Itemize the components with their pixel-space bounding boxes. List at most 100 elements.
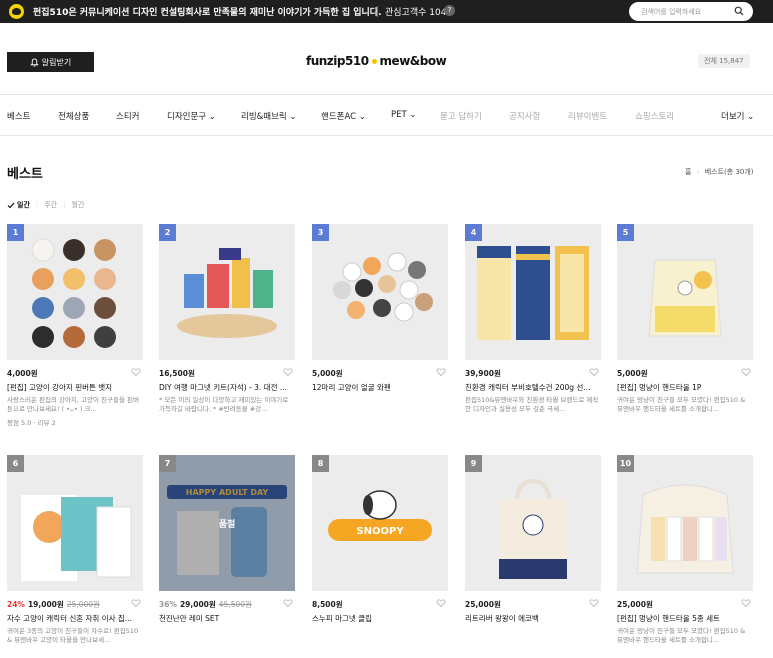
product-image[interactable]: SNOOPY: [312, 455, 448, 591]
heart-icon[interactable]: [589, 367, 599, 377]
notify-button[interactable]: 알림받기: [7, 52, 94, 72]
nav-item-best[interactable]: 베스트: [7, 110, 30, 122]
rank-badge: 9: [465, 455, 482, 472]
product-card[interactable]: SNOOPY 8 8,500원 스누피 마그넷 클립: [312, 455, 448, 655]
product-desc: 귀여운 멍냥이 친구들 모두 모였다! 펀집510 & 뮤앤바우 핸드타올 세트…: [617, 627, 746, 644]
price: 5,000원: [312, 368, 448, 380]
rank-badge: 4: [465, 224, 482, 241]
search-input[interactable]: [641, 7, 731, 16]
product-image[interactable]: [312, 224, 448, 360]
price: 8,500원: [312, 599, 448, 611]
heart-icon[interactable]: [283, 367, 293, 377]
shop-logo-icon[interactable]: [7, 2, 26, 21]
product-card[interactable]: 9 25,000원 리트리버 왕왕이 에코백: [465, 455, 601, 655]
product-name[interactable]: [펀집] 고양이 강아지 핀버튼 뱃지: [7, 382, 143, 393]
product-name[interactable]: 스누피 마그넷 클립: [312, 613, 448, 624]
discount-rate: 36%: [159, 600, 177, 609]
product-card[interactable]: HAPPY ADULT DAY 품절 7 36% 29,000원 45,500원 천…: [159, 455, 295, 655]
heart-icon[interactable]: [436, 367, 446, 377]
product-card[interactable]: 10 25,000원 [펀집] 멍냥이 핸드타올 5종 세트 귀여운 멍냥이 친…: [617, 455, 753, 655]
product-desc: 귀여운 멍냥이 친구들 모두 모였다! 펀집510 & 뮤앤바우 핸드타올 세트…: [617, 396, 746, 413]
breadcrumb-home[interactable]: 홈: [685, 168, 691, 176]
nav-item-notice[interactable]: 공지사항: [509, 110, 540, 122]
help-icon[interactable]: ?: [444, 5, 455, 16]
brand-name-left: funzip510: [306, 54, 369, 68]
category-nav: 베스트 전체상품 스티커 디자인문구 ⌄ 리빙&패브릭 ⌄ 핸드폰AC ⌄ PE…: [0, 96, 773, 136]
price: 25,000원: [465, 599, 601, 611]
heart-icon[interactable]: [283, 598, 293, 608]
nav-item-story[interactable]: 쇼핑스토리: [635, 110, 674, 122]
product-name[interactable]: 리트리버 왕왕이 에코백: [465, 613, 601, 624]
product-name[interactable]: 친환경 캐릭터 부비호텔수건 200g 선...: [465, 382, 601, 393]
product8-label: SNOOPY: [356, 526, 404, 537]
cat-patches-illustration: [312, 224, 448, 360]
product-card[interactable]: 1 4,000원 [펀집] 고양이 강아지 핀버튼 뱃지 사랑스러운 펀집의 강…: [7, 224, 143, 434]
product-name[interactable]: 12마리 고양이 얼굴 와펜: [312, 382, 448, 393]
tab-monthly[interactable]: 월간: [72, 200, 85, 210]
product-card[interactable]: 2 16,500원 DIY 여행 마그넷 키트(자석) - 3. 대전 ... …: [159, 224, 295, 434]
product-name[interactable]: [펀집] 멍냥이 핸드타올 1P: [617, 382, 753, 393]
nav-item-review-event[interactable]: 리뷰이벤트: [568, 110, 607, 122]
nav-item-phone[interactable]: 핸드폰AC ⌄: [321, 110, 366, 122]
rank-badge: 1: [7, 224, 24, 241]
original-price: 25,000원: [66, 600, 100, 609]
cat-towel-illustration: [7, 455, 143, 591]
rank-badge: 6: [7, 455, 24, 472]
sale-price: 25,000원: [465, 600, 501, 609]
price: 36% 29,000원 45,500원: [159, 599, 295, 611]
heart-icon[interactable]: [131, 598, 141, 608]
heart-icon[interactable]: [131, 367, 141, 377]
brand-logo[interactable]: funzip510 mew&bow: [306, 53, 456, 69]
brand-name-right: mew&bow: [379, 54, 447, 68]
nav-item-qna[interactable]: 묻고 답하기: [440, 110, 482, 122]
product-card[interactable]: 6 24% 19,000원 25,000원 자수 고양이 캐릭터 신혼 자취 이사 …: [7, 455, 143, 655]
product-name[interactable]: 천진난만 레미 SET: [159, 613, 295, 624]
discount-rate: 24%: [7, 600, 25, 609]
divider: [377, 6, 378, 17]
towels-illustration: [465, 224, 601, 360]
page-title: 베스트: [7, 167, 43, 182]
product-image[interactable]: HAPPY ADULT DAY 품절: [159, 455, 295, 591]
top-bar: 펀집510은 커뮤니케이션 디자인 컨설팅회사로 만족물의 재미난 이야기가 가…: [0, 0, 773, 23]
product-image[interactable]: [7, 224, 143, 360]
product-image[interactable]: [617, 455, 753, 591]
price: 25,000원: [617, 599, 753, 611]
sale-price: 16,500원: [159, 369, 195, 378]
nav-item-more[interactable]: 더보기 ⌄: [721, 110, 754, 122]
tab-daily[interactable]: 일간: [17, 200, 30, 210]
nav-item-pet[interactable]: PET ⌄: [391, 110, 417, 120]
product-image[interactable]: [617, 224, 753, 360]
price: 39,900원: [465, 368, 601, 380]
product-desc: 귀여운 3종의 고양이 친구들이 자수로! 펀집510 & 뮤앤바우 고양이 타…: [7, 627, 139, 644]
heart-icon[interactable]: [741, 598, 751, 608]
hand-towel-bag-illustration: [617, 224, 753, 360]
snoopy-clip-illustration: SNOOPY: [312, 455, 448, 591]
nav-item-sticker[interactable]: 스티커: [116, 110, 139, 122]
check-icon: [7, 202, 15, 208]
product-name[interactable]: 자수 고양이 캐릭터 신혼 자취 이사 집...: [7, 613, 143, 624]
heart-icon[interactable]: [589, 598, 599, 608]
eco-bag-illustration: [465, 455, 601, 591]
nav-item-living[interactable]: 리빙&패브릭 ⌄: [241, 110, 297, 122]
product-name[interactable]: DIY 여행 마그넷 키트(자석) - 3. 대전 ...: [159, 382, 295, 393]
notify-label: 알림받기: [41, 57, 72, 67]
tab-weekly[interactable]: 주간: [44, 200, 57, 210]
product-card[interactable]: 4 39,900원 친환경 캐릭터 부비호텔수건 200g 선... 펀집510…: [465, 224, 601, 434]
rank-badge: 7: [159, 455, 176, 472]
breadcrumb-sep: ›: [696, 168, 700, 176]
heart-icon[interactable]: [436, 598, 446, 608]
product-image[interactable]: [159, 224, 295, 360]
search-icon[interactable]: [734, 6, 744, 16]
product-name[interactable]: [펀집] 멍냥이 핸드타올 5종 세트: [617, 613, 753, 624]
product-card[interactable]: 3 5,000원 12마리 고양이 얼굴 와펜: [312, 224, 448, 434]
product-image[interactable]: [465, 455, 601, 591]
total-products-badge: 전체 15,847: [698, 54, 750, 68]
nav-item-all[interactable]: 전체상품: [58, 110, 89, 122]
rank-badge: 8: [312, 455, 329, 472]
price: 24% 19,000원 25,000원: [7, 599, 143, 611]
product-image[interactable]: [7, 455, 143, 591]
product-card[interactable]: 5 5,000원 [펀집] 멍냥이 핸드타올 1P 귀여운 멍냥이 친구들 모두…: [617, 224, 753, 434]
product-image[interactable]: [465, 224, 601, 360]
heart-icon[interactable]: [741, 367, 751, 377]
nav-item-stationery[interactable]: 디자인문구 ⌄: [167, 110, 216, 122]
